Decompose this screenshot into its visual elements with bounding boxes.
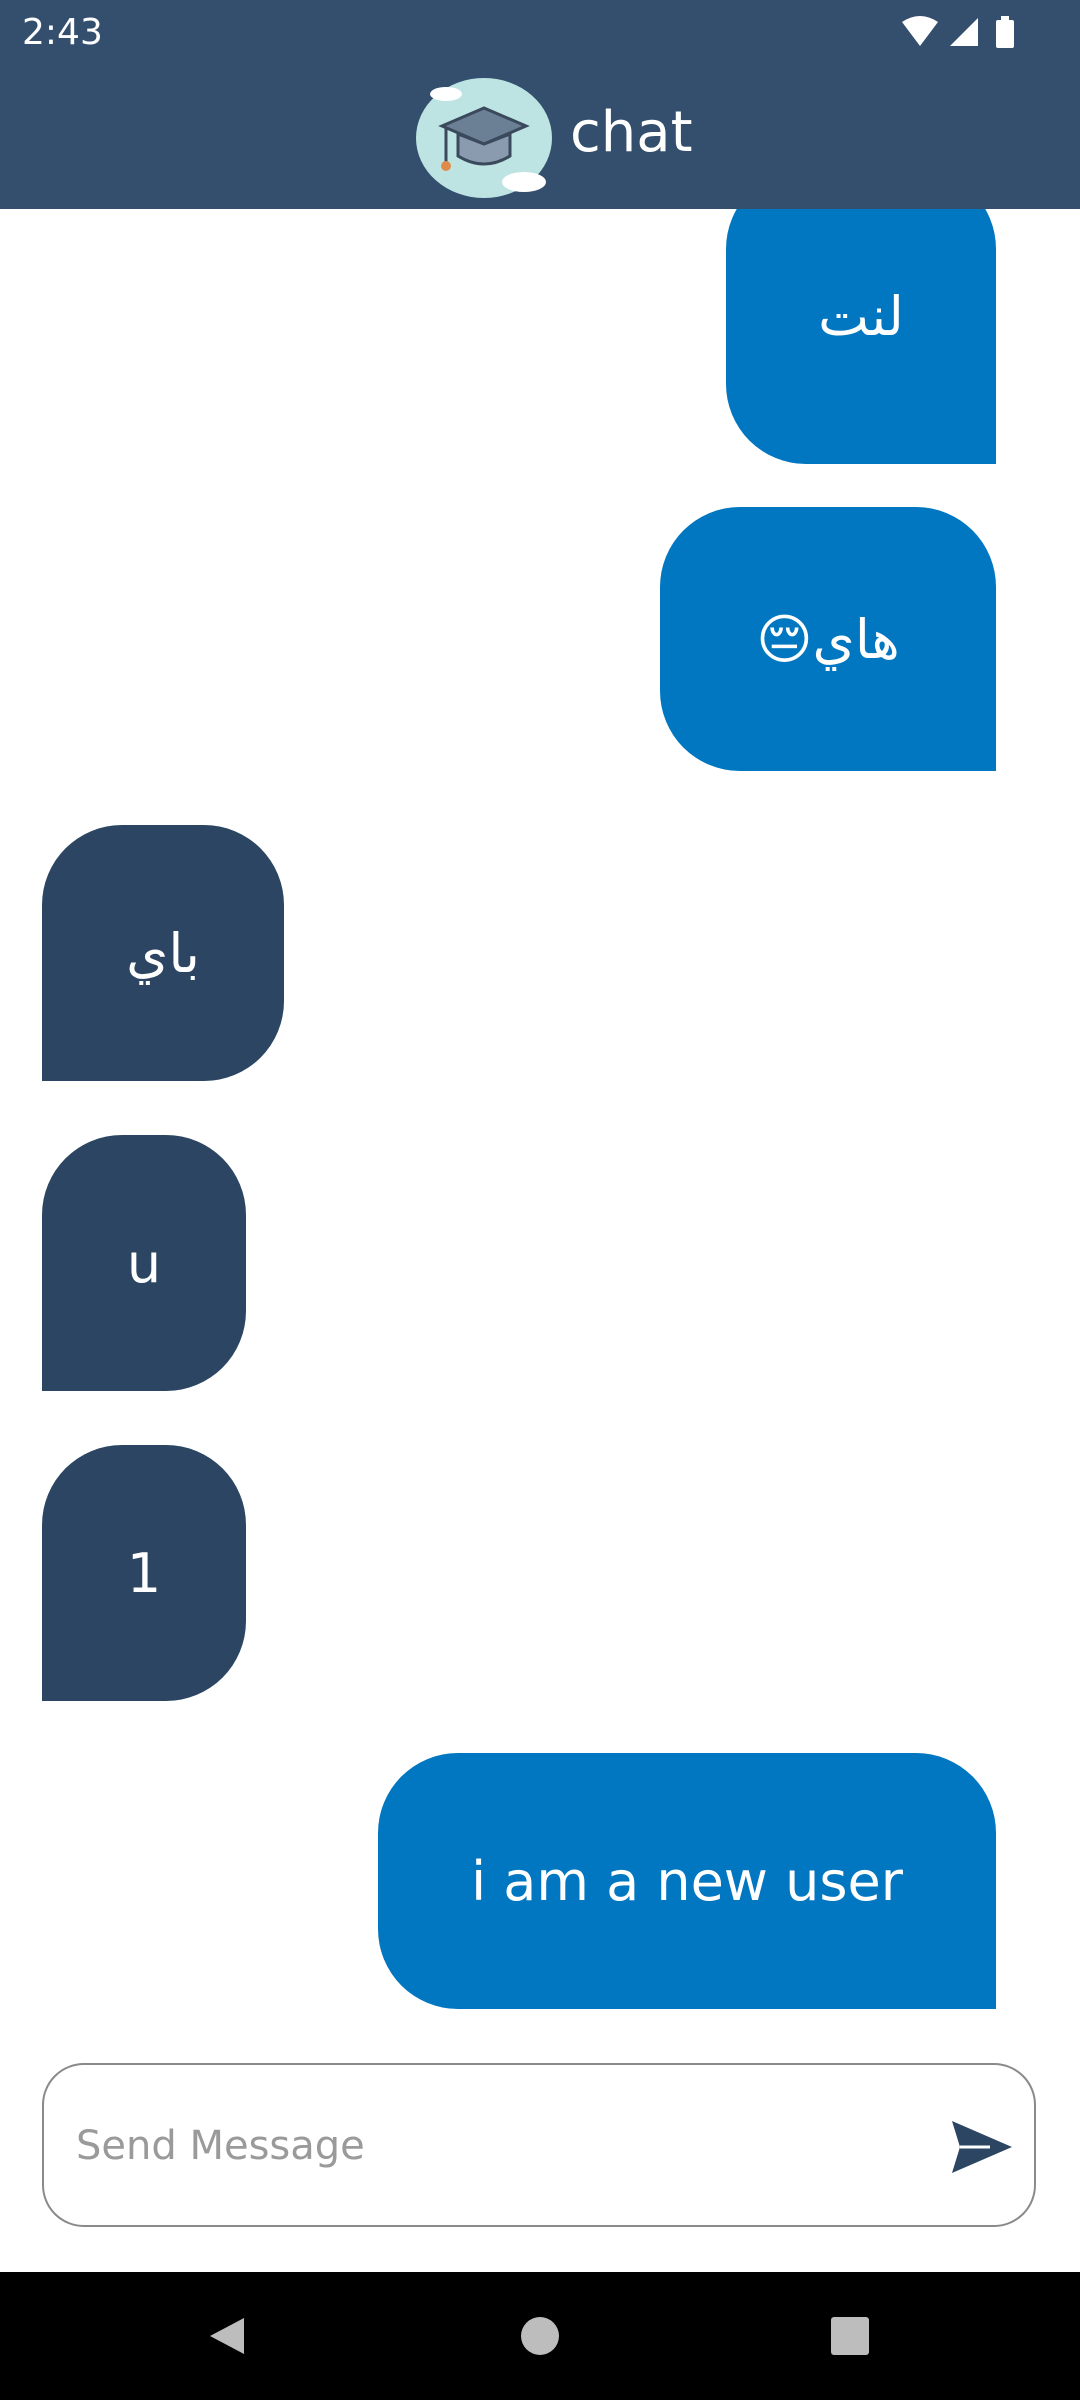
home-icon	[521, 2317, 559, 2355]
message-text: u	[126, 1231, 162, 1295]
status-icons	[900, 14, 1050, 50]
message-bubble-received[interactable]: 1	[42, 1445, 246, 1701]
recents-icon	[831, 2317, 869, 2355]
message-bubble-sent[interactable]: لنت	[726, 209, 996, 464]
message-input[interactable]	[74, 2105, 938, 2187]
back-icon	[210, 2318, 244, 2354]
battery-icon	[996, 16, 1014, 48]
message-bubble-sent[interactable]: 😔هاي	[660, 507, 996, 771]
message-text: 1	[126, 1541, 162, 1605]
status-time: 2:43	[22, 12, 103, 53]
back-button[interactable]	[194, 2304, 258, 2368]
app-bar: chat	[0, 64, 1080, 209]
message-text: لنت	[818, 285, 904, 348]
message-list[interactable]: لنت 😔هاي باي u 1 i am a new user	[0, 209, 1080, 2049]
send-button[interactable]	[944, 2109, 1020, 2185]
graduation-cap-logo-icon	[412, 72, 556, 200]
system-nav-bar	[0, 2272, 1080, 2400]
message-bubble-received[interactable]: باي	[42, 825, 284, 1081]
signal-icon	[950, 18, 978, 46]
home-button[interactable]	[508, 2304, 572, 2368]
status-bar: 2:43	[0, 0, 1080, 64]
wifi-icon	[902, 16, 938, 46]
app-title: chat	[570, 100, 693, 165]
send-icon	[952, 2121, 1012, 2173]
message-text: i am a new user	[471, 1849, 903, 1913]
message-bubble-sent[interactable]: i am a new user	[378, 1753, 996, 2009]
message-text: باي	[126, 921, 200, 985]
message-composer	[42, 2063, 1036, 2227]
message-text: 😔هاي	[756, 607, 900, 671]
message-bubble-received[interactable]: u	[42, 1135, 246, 1391]
recents-button[interactable]	[818, 2304, 882, 2368]
